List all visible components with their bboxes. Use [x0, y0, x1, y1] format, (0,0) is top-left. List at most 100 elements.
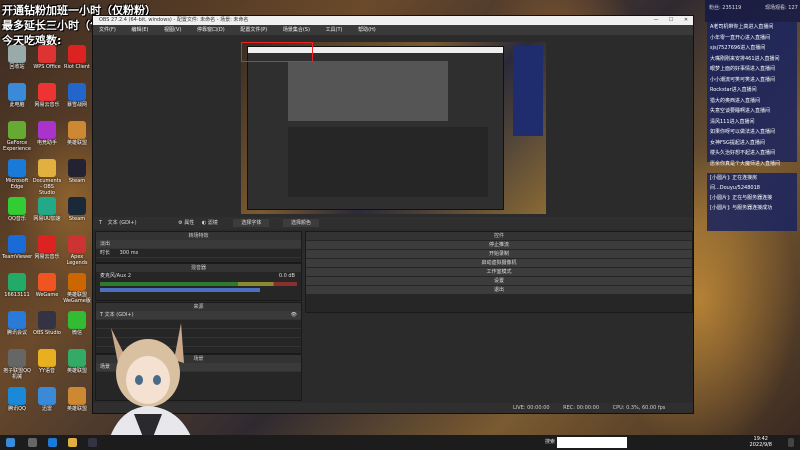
- chat-message: 女神FSG提起进入直播间: [710, 139, 765, 146]
- desktop-icon[interactable]: 16613111: [2, 273, 32, 298]
- desktop-icon[interactable]: 腾讯会议: [2, 311, 32, 336]
- menu-scene-collection[interactable]: 场景集合(S): [283, 27, 310, 33]
- desktop-icon-label: 微信: [71, 330, 82, 336]
- select-color-button[interactable]: 选择颜色: [283, 219, 320, 227]
- transitions-dock: 转场特效 淡出 时长 300 ms: [95, 231, 302, 263]
- desktop-icon[interactable]: 孢子联盟QQ 机械: [2, 349, 32, 380]
- app-icon: [68, 311, 86, 329]
- menu-view[interactable]: 视图(V): [164, 27, 181, 33]
- mixer-track: 麦克风/Aux 2 0.0 dB: [96, 272, 301, 280]
- app-icon: [8, 387, 26, 405]
- chat-message: 失意空谈要睡啊进入直播间: [710, 108, 771, 114]
- system-messages: [小圆片]: 正在连接房 间...Douyu/5248018 [小圆片]: 正在与服…: [707, 173, 797, 231]
- start-recording-button[interactable]: 开始录制: [306, 250, 692, 258]
- desktop-icon[interactable]: 腾讯QQ: [2, 387, 32, 412]
- taskbar-search-box[interactable]: [557, 437, 627, 448]
- desktop-icon[interactable]: 网易UU加速: [32, 197, 62, 222]
- desktop-icon[interactable]: Apex Legends: [62, 235, 92, 266]
- chat-message: 楼头久治好想不起进入直播间: [710, 150, 776, 156]
- app-icon: [68, 121, 86, 139]
- desktop-icon[interactable]: 英雄联盟: [62, 121, 92, 146]
- eye-icon[interactable]: 👁: [291, 311, 297, 319]
- desktop-icon[interactable]: 英雄联盟: [62, 387, 92, 412]
- desktop-icon[interactable]: Steam: [62, 197, 92, 222]
- app-icon: [8, 159, 26, 177]
- transition-duration[interactable]: 时长 300 ms: [96, 249, 301, 258]
- transition-select[interactable]: 淡出: [96, 240, 301, 249]
- menu-file[interactable]: 文件(F): [99, 27, 116, 33]
- desktop-icon-label: 16613111: [4, 292, 30, 298]
- desktop-icon[interactable]: 网易云音乐: [32, 83, 62, 108]
- windows-start-icon[interactable]: [6, 438, 15, 447]
- desktop-icon[interactable]: 微信: [62, 311, 92, 336]
- obs-preview[interactable]: [241, 42, 546, 214]
- app-icon: [38, 83, 56, 101]
- rec-status: REC: 00:00:00: [563, 405, 600, 411]
- app-icon: [8, 349, 26, 367]
- studio-mode-button[interactable]: 工作室模式: [306, 268, 692, 276]
- menu-profile[interactable]: 配置文件(P): [240, 27, 267, 33]
- properties-button[interactable]: 属性: [184, 220, 194, 226]
- desktop-icon[interactable]: WPS Office: [32, 45, 62, 70]
- notification-icon[interactable]: [788, 438, 794, 447]
- desktop-icon-label: 英雄联盟WeGame版: [63, 292, 91, 304]
- volume-slider[interactable]: [100, 288, 260, 292]
- start-virtual-camera-button[interactable]: 启动虚拟摄像机: [306, 259, 692, 267]
- exit-button[interactable]: 退出: [306, 286, 692, 294]
- menu-tools[interactable]: 工具(T): [326, 27, 343, 33]
- desktop-icon[interactable]: YY语音: [32, 349, 62, 374]
- close-icon[interactable]: ✕: [679, 16, 693, 25]
- select-font-button[interactable]: 选择字体: [233, 219, 270, 227]
- desktop-icon[interactable]: GeForce Experience: [2, 121, 32, 152]
- desktop-icon[interactable]: 迅雷: [32, 387, 62, 412]
- stop-streaming-button[interactable]: 停止推流: [306, 241, 692, 249]
- desktop-icon[interactable]: 暴雪战网: [62, 83, 92, 108]
- edge-taskbar-icon[interactable]: [48, 438, 57, 447]
- menu-docks[interactable]: 停靠窗口(D): [197, 27, 225, 33]
- desktop-icon[interactable]: WeGame: [32, 273, 62, 298]
- taskbar-clock[interactable]: 19:42 2022/9/8: [750, 436, 772, 448]
- audio-mixer-dock: 混音器 麦克风/Aux 2 0.0 dB: [95, 263, 302, 301]
- menu-help[interactable]: 帮助(H): [358, 27, 376, 33]
- desktop-icon[interactable]: TeamViewer: [2, 235, 32, 260]
- chat-message: A老司机带你上高进入直播间: [710, 24, 774, 30]
- desktop-icon-label: WeGame: [35, 292, 59, 298]
- app-icon: [68, 45, 86, 63]
- desktop-icon[interactable]: 网易云音乐: [32, 235, 62, 260]
- chat-messages: A老司机带你上高进入直播间 小年零一直开心进入直播间 sjsj7527696进入直播…: [707, 22, 797, 167]
- desktop-icon[interactable]: Documents - OBS Studio: [32, 159, 62, 196]
- mixer-track-level: 0.0 dB: [278, 273, 295, 279]
- desktop-icon[interactable]: OBS Studio: [32, 311, 62, 336]
- duration-label: 时长: [100, 250, 111, 256]
- minimize-icon[interactable]: —: [649, 16, 663, 25]
- desktop-icon[interactable]: 英雄联盟WeGame版: [62, 273, 92, 304]
- obs-menubar: 文件(F) 编辑(E) 视图(V) 停靠窗口(D) 配置文件(P) 场景集合(S…: [93, 25, 693, 35]
- chat-message: 如果你呀可以做法进入直播间: [710, 129, 776, 135]
- text-source-icon: T: [99, 220, 103, 226]
- app-icon: [38, 235, 56, 253]
- obs-taskbar-icon[interactable]: [88, 438, 97, 447]
- filters-button[interactable]: 滤镜: [208, 220, 218, 226]
- system-message: [小圆片]: 正在与服务器连接: [710, 195, 773, 201]
- filter-icon: ◐: [201, 220, 207, 226]
- desktop-icon[interactable]: 英雄联盟: [62, 349, 92, 374]
- desktop-icon[interactable]: 回收站: [2, 45, 32, 70]
- desktop-icon[interactable]: QQ音乐: [2, 197, 32, 222]
- duration-value[interactable]: 300 ms: [120, 250, 139, 256]
- menu-edit[interactable]: 编辑(E): [131, 27, 148, 33]
- search-taskbar-icon[interactable]: [28, 438, 37, 447]
- app-icon: [8, 121, 26, 139]
- settings-button[interactable]: 设置: [306, 277, 692, 285]
- obs-titlebar[interactable]: OBS 27.2.4 (64-bit, windows) - 配置文件: 未命名…: [93, 16, 693, 25]
- desktop-icon[interactable]: Microsoft Edge: [2, 159, 32, 190]
- desktop-icon[interactable]: 此电脑: [2, 83, 32, 108]
- sources-header: 来源: [96, 303, 301, 311]
- maximize-icon[interactable]: ☐: [664, 16, 678, 25]
- app-icon: [8, 197, 26, 215]
- desktop-icon[interactable]: Riot Client: [62, 45, 92, 70]
- viewer-count: 现场观看: 127: [765, 5, 798, 11]
- desktop-icon[interactable]: Steam: [62, 159, 92, 184]
- file-explorer-icon[interactable]: [68, 438, 77, 447]
- app-icon: [38, 121, 56, 139]
- desktop-icon[interactable]: 电竞助手: [32, 121, 62, 146]
